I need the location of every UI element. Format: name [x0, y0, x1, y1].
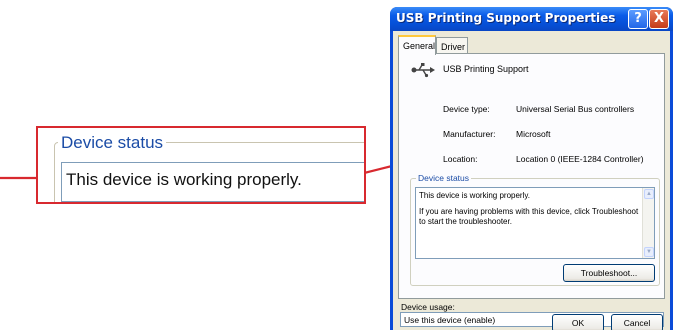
dialog-client: General Driver USB Printing Support Devi… — [393, 31, 670, 330]
scroll-up-icon[interactable]: ▲ — [644, 189, 654, 199]
ok-button[interactable]: OK — [552, 314, 604, 330]
tab-general[interactable]: General — [398, 35, 436, 55]
location-label: Location: — [443, 154, 478, 164]
scroll-down-icon[interactable]: ▼ — [644, 247, 654, 257]
manufacturer-label: Manufacturer: — [443, 129, 496, 139]
device-name: USB Printing Support — [443, 64, 529, 74]
status-line-2: If you are having problems with this dev… — [419, 207, 639, 226]
troubleshoot-button[interactable]: Troubleshoot... — [563, 264, 655, 282]
zoom-callout: Device status This device is working pro… — [36, 126, 366, 204]
title-bar[interactable]: USB Printing Support Properties ? X — [390, 7, 673, 31]
device-status-group: Device status This device is working pro… — [410, 173, 660, 286]
status-scrollbar[interactable]: ▲ ▼ — [642, 188, 654, 258]
general-page: USB Printing Support Device type: Univer… — [398, 53, 665, 299]
manufacturer-value: Microsoft — [516, 129, 551, 139]
location-value: Location 0 (IEEE-1284 Controller) — [516, 154, 644, 164]
window-title: USB Printing Support Properties — [396, 11, 616, 25]
device-usage-value: Use this device (enable) — [404, 315, 496, 325]
help-icon[interactable]: ? — [628, 9, 648, 29]
zoom-status-legend: Device status — [58, 133, 167, 153]
status-line-1: This device is working properly. — [419, 191, 531, 200]
usb-icon — [411, 63, 435, 78]
cancel-button[interactable]: Cancel — [611, 314, 663, 330]
device-usage-label: Device usage: — [401, 302, 455, 312]
device-type-value: Universal Serial Bus controllers — [516, 104, 635, 114]
tab-driver[interactable]: Driver — [436, 37, 468, 54]
device-status-text[interactable]: This device is working properly. If you … — [415, 187, 655, 259]
properties-dialog: USB Printing Support Properties ? X Gene… — [390, 7, 673, 330]
zoom-status-text: This device is working properly. — [61, 162, 364, 202]
device-type-label: Device type: — [443, 104, 490, 114]
device-status-legend: Device status — [416, 173, 472, 183]
close-icon[interactable]: X — [649, 9, 669, 29]
